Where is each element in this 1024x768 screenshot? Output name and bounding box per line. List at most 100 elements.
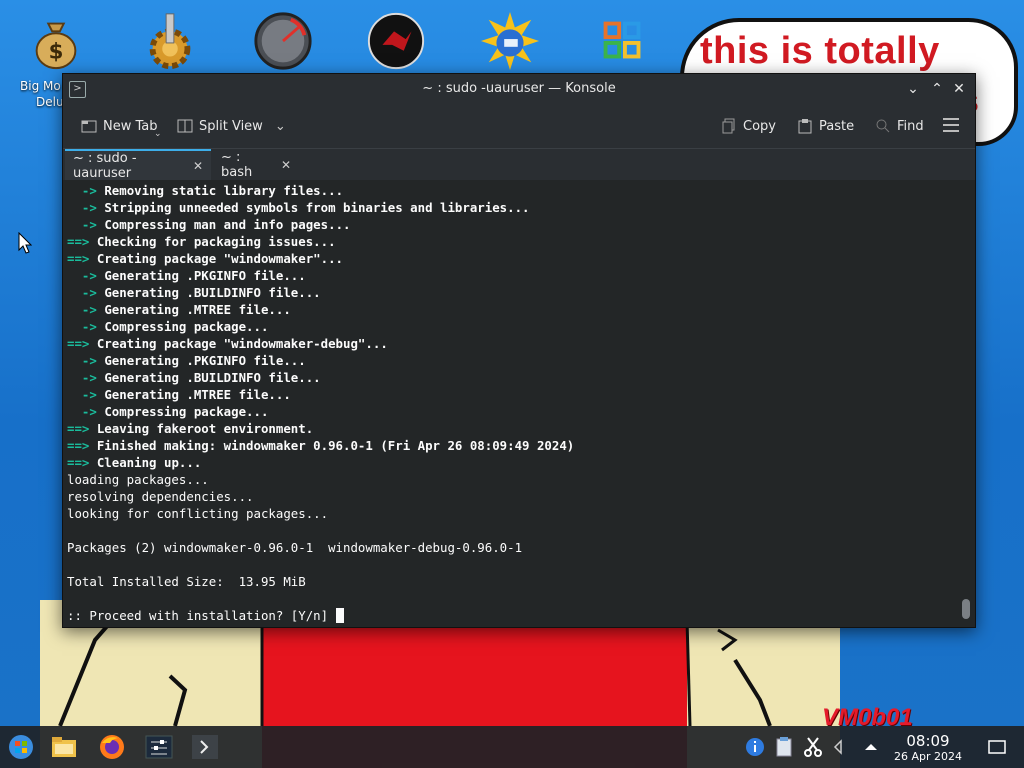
terminal-line: ==> Cleaning up... [67,454,975,471]
scrollbar-thumb[interactable] [962,599,970,619]
speedometer-icon[interactable] [248,8,318,74]
terminal-line: -> Generating .PKGINFO file... [67,352,975,369]
terminal-text: resolving dependencies... [67,489,254,504]
clock-time[interactable]: 08:09 [892,732,964,750]
konsole-toolbar: New Tab ⌄ Split View ⌄ Copy Paste Find [63,104,975,148]
terminal-text: Generating .PKGINFO file... [104,268,306,283]
office-grid-icon[interactable] [588,8,658,74]
maximize-chevron-icon[interactable]: ⌃ [927,79,947,99]
tab-bash[interactable]: ~ : bash ✕ [213,149,299,180]
copy-button[interactable]: Copy [721,116,776,136]
terminal-prefix: ==> [67,336,97,351]
terminal-prefix: -> [67,200,105,215]
tab-label: ~ : sudo -uauruser [73,150,137,181]
tray-expand-icon[interactable] [856,732,886,762]
split-view-chevron-down-icon[interactable]: ⌄ [275,119,286,134]
window-titlebar[interactable]: > ~ : sudo -uauruser — Konsole ⌄ ⌃ ✕ [63,74,975,104]
minimize-chevron-icon[interactable]: ⌄ [903,79,923,99]
terminal-prefix: -> [67,370,105,385]
terminal-line: -> Generating .BUILDINFO file... [67,284,975,301]
terminal-text: loading packages... [67,472,209,487]
terminal-line: -> Generating .MTREE file... [67,301,975,318]
terminal-line: -> Compressing man and info pages... [67,216,975,233]
terminal-prefix: -> [67,353,105,368]
paste-button[interactable]: Paste [797,116,854,136]
terminal-text: Compressing man and info pages... [104,217,351,232]
clipboard-icon[interactable] [769,732,799,762]
show-desktop-icon[interactable] [982,732,1012,762]
copy-icon [722,118,735,134]
terminal-text: Generating .BUILDINFO file... [104,370,321,385]
terminal-prefix: -> [67,387,105,402]
terminal-line: ==> Creating package "windowmaker"... [67,250,975,267]
new-tab-dropdown-icon[interactable]: ⌄ [154,129,162,139]
terminal-prefix: ==> [67,455,97,470]
terminal-text: Compressing package... [104,404,269,419]
settings-mixer-icon[interactable] [144,732,174,762]
terminal-line: -> Removing static library files... [67,182,975,199]
terminal-text: Stripping unneeded symbols from binaries… [104,200,530,215]
terminal-prefix: ==> [67,251,97,266]
terminal-line: loading packages... [67,471,975,488]
terminal-line: looking for conflicting packages... [67,505,975,522]
terminal-line: Total Installed Size: 13.95 MiB [67,573,975,590]
paste-icon [798,119,812,134]
file-manager-icon[interactable] [49,732,79,762]
search-icon [876,119,890,133]
terminal-prefix: -> [67,319,105,334]
tab-close-icon[interactable]: ✕ [193,159,203,173]
find-label: Find [897,118,924,134]
wallpaper-cloud-text: this is totally [700,30,940,72]
tab-close-icon[interactable]: ✕ [281,158,291,172]
terminal-prefix: -> [67,302,105,317]
split-view-button[interactable]: Split View ⌄ [177,116,286,136]
volume-icon[interactable] [824,732,854,762]
firefox-icon[interactable] [97,732,127,762]
terminal-text: Generating .MTREE file... [104,302,291,317]
new-tab-button[interactable]: New Tab [81,116,158,136]
hamburger-menu-icon[interactable] [943,118,959,132]
konsole-icon[interactable] [190,732,220,762]
terminal-line: Packages (2) windowmaker-0.96.0-1 window… [67,539,975,556]
terminal-prefix: -> [67,217,105,232]
terminal-line: -> Stripping unneeded symbols from binar… [67,199,975,216]
terminal-prefix: ==> [67,438,97,453]
info-icon[interactable] [740,732,770,762]
paste-label: Paste [819,118,855,134]
tab-sudo-uauruser[interactable]: ~ : sudo -uauruser ✕ [65,149,211,181]
close-icon[interactable]: ✕ [949,79,969,99]
tab-bar: ~ : sudo -uauruser ✕ ~ : bash ✕ [63,148,975,181]
terminal-text: Creating package "windowmaker"... [96,251,344,266]
terminal-line: :: Proceed with installation? [Y/n] [67,607,975,624]
terminal-text: Compressing package... [104,319,269,334]
start-menu-icon[interactable] [6,732,36,762]
terminal-scrollbar[interactable] [962,180,972,625]
find-button[interactable]: Find [875,116,924,136]
terminal-line: ==> Creating package "windowmaker-debug"… [67,335,975,352]
terminal-line: -> Generating .BUILDINFO file... [67,369,975,386]
money-bag-icon[interactable]: $ [21,8,91,74]
new-tab-label: New Tab [103,118,158,134]
terminal-text: Generating .BUILDINFO file... [104,285,321,300]
terminal-prefix: ==> [67,234,97,249]
terminal-text: Generating .PKGINFO file... [104,353,306,368]
tab-label: ~ : bash [221,149,253,180]
terminal-line: ==> Finished making: windowmaker 0.96.0-… [67,437,975,454]
gear-icon[interactable] [135,8,205,74]
sun-globe-icon[interactable] [475,8,545,74]
terminal-prefix: ==> [67,421,97,436]
red-emblem-icon[interactable] [361,8,431,74]
terminal-output[interactable]: -> Removing static library files... -> S… [63,180,975,627]
konsole-window: > ~ : sudo -uauruser — Konsole ⌄ ⌃ ✕ New… [62,73,976,628]
terminal-text: Checking for packaging issues... [96,234,336,249]
clock-date[interactable]: 26 Apr 2024 [888,750,968,763]
terminal-line: -> Compressing package... [67,318,975,335]
svg-text:$: $ [49,39,64,64]
terminal-prefix: -> [67,183,105,198]
window-title: ~ : sudo -uauruser — Konsole [422,81,616,96]
terminal-line: -> Generating .MTREE file... [67,386,975,403]
terminal-line: ==> Checking for packaging issues... [67,233,975,250]
terminal-text: Creating package "windowmaker-debug"... [96,336,388,351]
